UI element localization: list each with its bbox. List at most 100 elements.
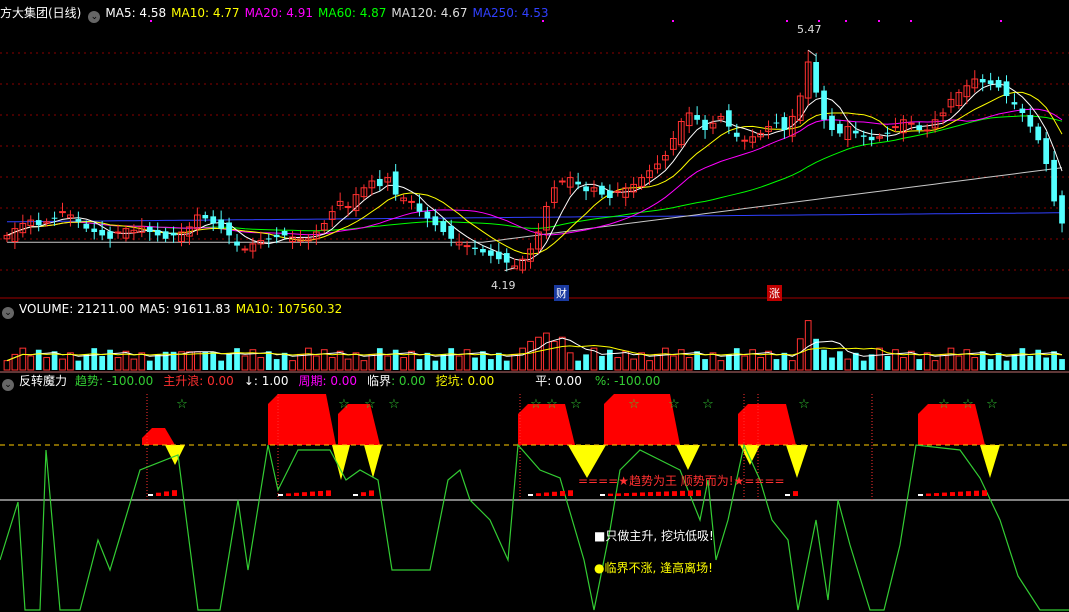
volume-bar-up xyxy=(654,353,661,371)
volume-bar-up xyxy=(543,332,550,371)
volume-bar-up xyxy=(669,355,677,371)
main-wave-fill xyxy=(918,404,985,445)
volume-bar-down xyxy=(781,352,788,370)
top-marker xyxy=(672,20,674,22)
volume-bar-up xyxy=(328,357,336,371)
ma250-line xyxy=(6,212,1062,223)
candle-body-down xyxy=(852,130,859,134)
star-signal: ☆ xyxy=(546,397,558,412)
candle-body-up xyxy=(741,139,749,142)
stock-title[interactable]: 方大集团(日线) xyxy=(0,6,81,20)
legend-pit: 挖坑: 0.00 xyxy=(435,374,495,388)
volume-bar-up xyxy=(519,347,526,371)
volume-bar-up xyxy=(900,357,907,371)
volume-bar-up xyxy=(558,336,566,371)
volume-bar-down xyxy=(607,349,613,370)
volume-bar-up xyxy=(138,352,146,371)
volume-bar-up xyxy=(320,349,328,371)
volume-bar-up xyxy=(677,349,685,371)
low-price-label: 4.19 xyxy=(491,279,516,292)
limit-up-badge[interactable]: 涨 xyxy=(767,285,782,301)
volume-bar-down xyxy=(234,348,240,370)
candle-body-down xyxy=(860,135,867,137)
volume-bar-down xyxy=(218,360,225,370)
legend-volume: VOLUME: 21211.00 xyxy=(19,302,135,316)
legend-ma10: MA10: 4.77 xyxy=(171,6,240,20)
volume-bar-down xyxy=(99,355,106,370)
volume-bar-down xyxy=(416,359,423,370)
candle-body-up xyxy=(463,245,471,248)
candle-body-up xyxy=(408,200,415,203)
cycle-marker xyxy=(640,492,645,496)
volume-bar-up xyxy=(741,355,749,371)
candle-body-down xyxy=(234,241,240,246)
candle-body-down xyxy=(83,223,90,229)
volume-bar-up xyxy=(646,360,653,371)
volume-bar-down xyxy=(1019,348,1026,370)
legend-percent: %: -100.00 xyxy=(594,374,661,388)
volume-bar-up xyxy=(757,357,764,371)
top-marker xyxy=(786,20,788,22)
cycle-marker xyxy=(942,492,947,496)
legend-ma120: MA120: 4.67 xyxy=(391,6,468,20)
volume-bar-down xyxy=(860,360,867,370)
volume-bar-down xyxy=(488,359,494,370)
cycle-marker xyxy=(608,493,613,496)
volume-bars xyxy=(3,320,1065,371)
star-signal: ☆ xyxy=(668,397,680,412)
candle-body-down xyxy=(575,181,581,185)
trend-banner: ====★趋势为王 顺势而为!★==== xyxy=(578,474,785,488)
volume-bar-down xyxy=(376,348,383,370)
candle-body-down xyxy=(995,80,1002,88)
price-annotations xyxy=(504,49,817,272)
cycle-marker xyxy=(793,491,798,496)
volume-bar-down xyxy=(884,355,891,370)
candle-body-up xyxy=(241,248,249,251)
cycle-marker xyxy=(164,491,169,496)
indicator-title[interactable]: 反转魔力 xyxy=(19,374,67,388)
candle-body-down xyxy=(1035,126,1042,141)
star-signal: ☆ xyxy=(702,397,714,412)
volume-bar-up xyxy=(305,347,312,371)
volume-menu-icon[interactable]: ⌄ xyxy=(2,307,14,319)
volume-bar-down xyxy=(1059,359,1065,370)
volume-bar-down xyxy=(210,351,217,370)
candle-body-down xyxy=(979,79,986,83)
candle-body-down xyxy=(1027,115,1034,127)
legend-flat: 平: 0.00 xyxy=(535,374,582,388)
candle-body-down xyxy=(91,228,98,232)
volume-bar-up xyxy=(788,360,796,371)
cycle-marker xyxy=(278,494,283,496)
cycle-marker xyxy=(544,492,549,496)
candle-body-down xyxy=(773,122,780,124)
candle-body-down xyxy=(472,247,478,249)
candle-body-up xyxy=(614,190,622,193)
price-grid xyxy=(0,20,1069,373)
volume-bar-down xyxy=(35,349,42,370)
candle-body-up xyxy=(558,180,566,183)
candle-body-down xyxy=(837,123,843,134)
candle-body-down xyxy=(868,136,875,141)
indicator-menu-icon[interactable]: ⌄ xyxy=(2,379,14,391)
candle-body-down xyxy=(392,171,399,195)
volume-bar-down xyxy=(837,351,843,370)
cycle-marker xyxy=(560,491,565,496)
candle-body-down xyxy=(495,251,502,260)
pit-fill xyxy=(676,445,700,470)
candle-body-down xyxy=(154,229,161,236)
candle-body-down xyxy=(170,232,177,236)
volume-bar-down xyxy=(202,351,209,370)
cycle-marker xyxy=(318,490,323,496)
finance-badge[interactable]: 财 xyxy=(554,285,569,301)
candle-body-down xyxy=(265,238,272,240)
volume-bar-down xyxy=(575,360,581,370)
volume-bar-up xyxy=(368,353,376,371)
star-signal: ☆ xyxy=(986,397,998,412)
volume-bar-down xyxy=(273,359,280,370)
candle-body-down xyxy=(1043,138,1050,164)
candle-body-down xyxy=(162,231,169,239)
settings-menu-icon[interactable]: ⌄ xyxy=(88,11,101,23)
volume-bar-down xyxy=(868,354,875,370)
volume-bar-up xyxy=(971,357,979,371)
price-legend: 方大集团(日线) ⌄ MA5: 4.58 MA10: 4.77 MA20: 4.91 MA… xyxy=(0,4,554,23)
